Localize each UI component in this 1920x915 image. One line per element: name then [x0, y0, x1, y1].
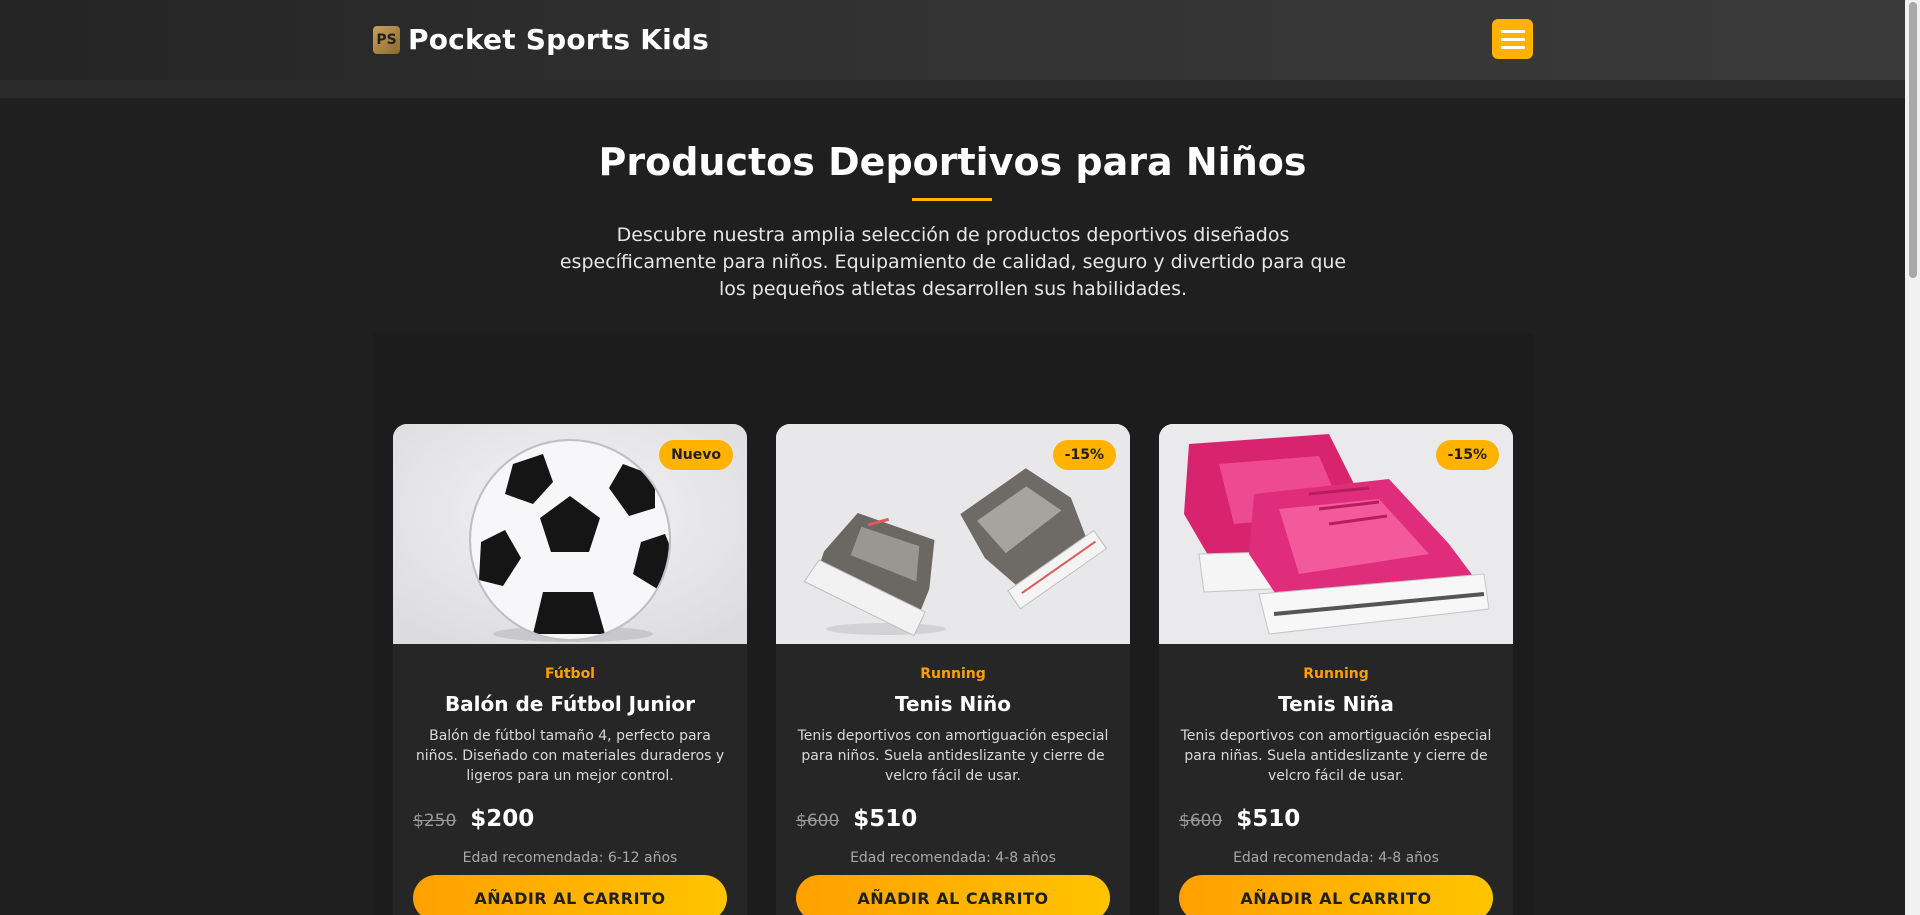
menu-icon	[1500, 29, 1525, 33]
add-to-cart-button[interactable]: AÑADIR AL CARRITO	[1179, 875, 1493, 915]
add-to-cart-button[interactable]: AÑADIR AL CARRITO	[413, 875, 727, 915]
age-recommendation: Edad recomendada: 4-8 años	[1233, 850, 1439, 866]
old-price: $250	[413, 811, 457, 831]
scrollbar-thumb[interactable]	[1909, 2, 1917, 278]
page-description: Descubre nuestra amplia selección de pro…	[559, 224, 1347, 300]
product-name: Tenis Niña	[1278, 692, 1394, 716]
menu-icon-bar	[1500, 37, 1525, 41]
product-card: Nuevo Fútbol Balón de Fútbol Junior Baló…	[393, 424, 747, 915]
logo-icon: PS	[373, 25, 400, 54]
product-name: Tenis Niño	[894, 692, 1012, 716]
product-card: -15% Running Tenis Niña Tenis deportivos…	[1159, 424, 1513, 915]
old-price: $600	[1179, 811, 1223, 831]
current-price: $200	[470, 806, 535, 832]
product-image[interactable]: Nuevo	[393, 424, 747, 644]
product-badge: -15%	[1052, 440, 1116, 470]
brand-logo[interactable]: PS Pocket Sports Kids	[373, 23, 709, 56]
product-image[interactable]: -15%	[1159, 424, 1513, 644]
current-price: $510	[853, 806, 918, 832]
product-description: Tenis deportivos con amortiguación espec…	[1180, 728, 1492, 784]
product-badge: -15%	[1435, 440, 1499, 470]
add-to-cart-button[interactable]: AÑADIR AL CARRITO	[796, 875, 1110, 915]
hamburger-menu-button[interactable]	[1492, 19, 1533, 59]
navbar-divider	[0, 80, 1905, 98]
product-category: Fútbol	[545, 666, 595, 682]
current-price: $510	[1236, 806, 1301, 832]
old-price: $600	[796, 811, 840, 831]
product-card: -15% Running Tenis Niño Tenis deportivos…	[776, 424, 1130, 915]
price-row: $250 $200	[413, 806, 747, 832]
title-underline	[912, 198, 992, 201]
price-row: $600 $510	[1179, 806, 1513, 832]
navbar: PS Pocket Sports Kids	[0, 0, 1905, 80]
menu-icon-bar	[1500, 45, 1525, 49]
product-category: Running	[920, 666, 986, 682]
product-description: Balón de fútbol tamaño 4, perfecto para …	[415, 728, 725, 784]
product-description: Tenis deportivos con amortiguación espec…	[797, 728, 1109, 784]
page-scrollbar[interactable]	[1905, 0, 1920, 915]
page-title: Productos Deportivos para Niños	[598, 140, 1307, 184]
brand-name: Pocket Sports Kids	[408, 23, 710, 56]
product-name: Balón de Fútbol Junior	[444, 692, 696, 716]
age-recommendation: Edad recomendada: 6-12 años	[462, 850, 678, 866]
product-category: Running	[1303, 666, 1369, 682]
age-recommendation: Edad recomendada: 4-8 años	[850, 850, 1056, 866]
product-image[interactable]: -15%	[776, 424, 1130, 644]
product-badge: Nuevo	[659, 440, 733, 470]
price-row: $600 $510	[796, 806, 1130, 832]
